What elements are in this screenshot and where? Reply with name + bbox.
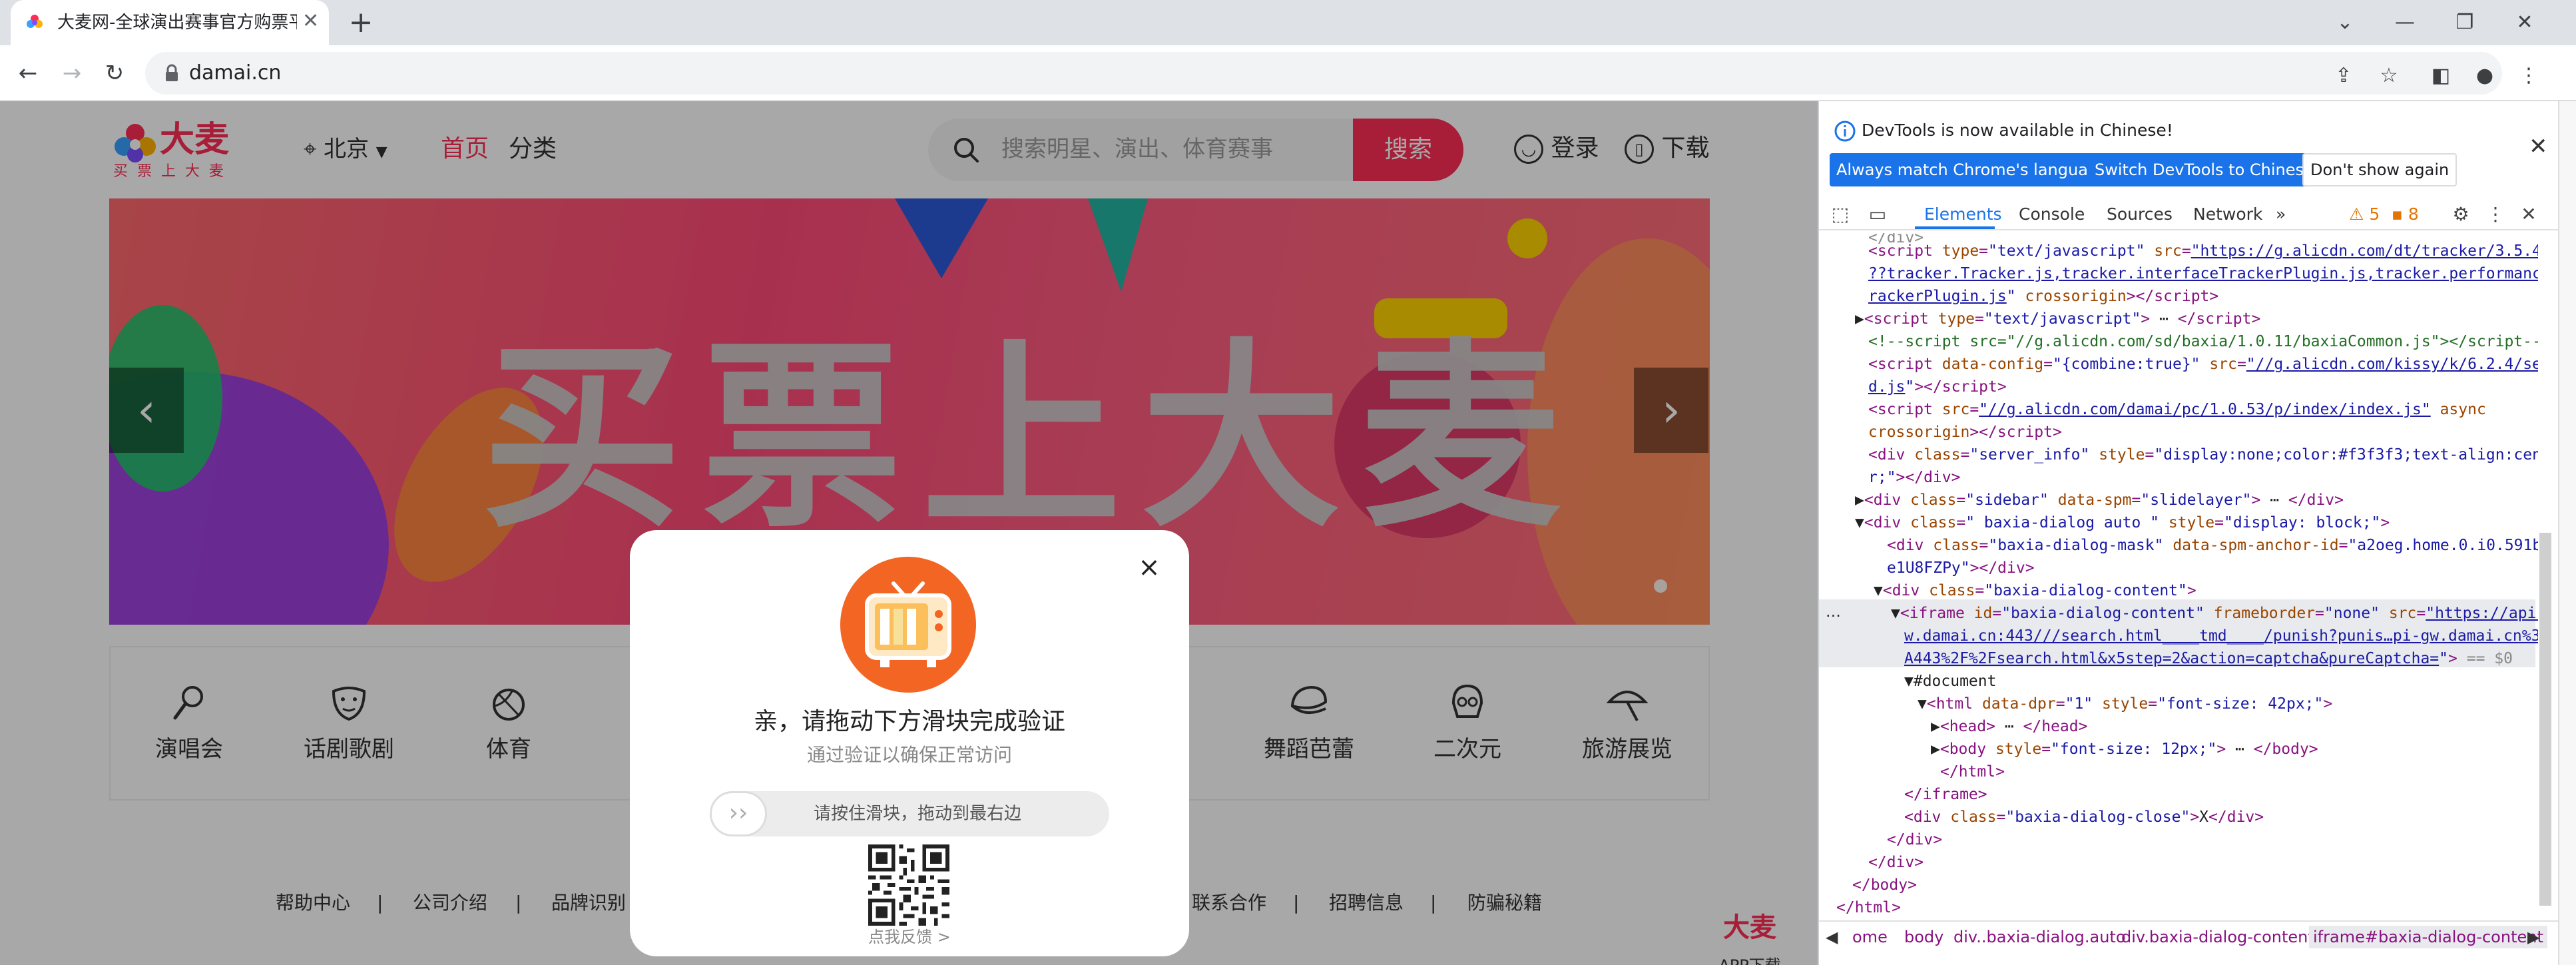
dom-node-line[interactable]: ▶<div class="sidebar" data-spm="slidelay…	[1855, 489, 2344, 511]
issues-counter[interactable]: ▪ 8	[2392, 202, 2419, 226]
dialog-close-button[interactable]: ×	[1136, 554, 1162, 581]
info-icon	[1834, 121, 1856, 142]
url-text: damai.cn	[189, 61, 282, 85]
breadcrumb-item[interactable]: body	[1904, 926, 1943, 948]
infobar-message: DevTools is now available in Chinese!	[1862, 121, 2173, 140]
dom-node-line[interactable]: </div>	[1887, 828, 1942, 851]
side-panel-icon[interactable]: ◧	[2426, 61, 2455, 91]
address-bar[interactable]: damai.cn	[145, 52, 2502, 95]
slider-hint: 请按住滑块，拖动到最右边	[814, 804, 1022, 824]
dom-node-line[interactable]: </body>	[1852, 874, 1917, 896]
dom-node-line[interactable]: ▶<body style="font-size: 12px;"> ⋯ </bod…	[1931, 738, 2318, 761]
dom-node-line[interactable]: <div class="baxia-dialog-mask" data-spm-…	[1887, 534, 2538, 557]
share-icon[interactable]: ⇪	[2329, 61, 2358, 91]
elements-scroll-thumb[interactable]	[2539, 533, 2551, 906]
devtools-close-icon[interactable]: ✕	[2515, 201, 2542, 228]
dom-node-line[interactable]: <!--script src="//g.alicdn.com/sd/baxia/…	[1868, 330, 2538, 353]
tab-close-icon[interactable]: ✕	[302, 9, 319, 33]
issues-count: 8	[2408, 204, 2419, 224]
dom-node-line[interactable]: <div class="baxia-dialog-close">X</div>	[1904, 806, 2264, 828]
warning-icon: ⚠	[2349, 204, 2364, 224]
dom-node-line[interactable]: ▼#document	[1904, 670, 1996, 693]
forward-arrow-icon[interactable]: →	[56, 57, 88, 89]
warnings-count: 5	[2369, 204, 2380, 224]
breadcrumb-item-selected[interactable]: iframe#baxia-dialog-content	[2309, 926, 2547, 948]
dom-node-line[interactable]: ▶<script type="text/javascript"> ⋯ </scr…	[1855, 308, 2260, 330]
dom-node-line[interactable]: <div class="server_info" style="display:…	[1868, 444, 2538, 466]
tab-elements[interactable]: Elements	[1924, 202, 2002, 226]
dom-node-line[interactable]: ▼<html data-dpr="1" style="font-size: 42…	[1918, 693, 2332, 715]
dom-node-line[interactable]: e1U8FZPy"></div>	[1887, 557, 2035, 579]
damai-favicon-icon	[27, 15, 43, 28]
dom-node-line[interactable]: A443%2F%2Fsearch.html&x5step=2&action=ca…	[1904, 647, 2513, 670]
active-tab-indicator	[1915, 226, 1995, 229]
bookmark-star-icon[interactable]: ☆	[2374, 61, 2404, 91]
dialog-title: 亲，请拖动下方滑块完成验证	[753, 708, 1065, 735]
dom-node-line[interactable]: </html>	[1836, 896, 1901, 919]
dom-node-line[interactable]: ??tracker.Tracker.js,tracker.interfaceTr…	[1868, 262, 2538, 285]
tab-sources[interactable]: Sources	[2107, 202, 2173, 226]
tab-network[interactable]: Network	[2193, 202, 2262, 226]
devtools-menu-icon[interactable]: ⋮	[2482, 201, 2509, 228]
chrome-menu-icon[interactable]: ⋮	[2514, 61, 2543, 91]
feedback-link[interactable]: 点我反馈 >	[630, 926, 1189, 948]
dont-show-again-button[interactable]: Don't show again	[2302, 153, 2457, 186]
issues-icon: ▪	[2392, 204, 2403, 224]
breadcrumb-item[interactable]: div.baxia-dialog-content	[2121, 926, 2314, 948]
device-toolbar-icon[interactable]: ▭	[1864, 201, 1891, 228]
tab-strip	[0, 0, 2576, 45]
back-arrow-icon[interactable]: ←	[12, 57, 44, 89]
inspect-element-icon[interactable]: ⬚	[1827, 201, 1854, 228]
dom-node-line[interactable]: <script type="text/javascript" src="http…	[1868, 240, 2538, 262]
dom-node-line[interactable]: <script src="//g.alicdn.com/damai/pc/1.0…	[1868, 398, 2486, 421]
dom-node-line[interactable]: </iframe>	[1904, 783, 1987, 806]
qr-code-icon[interactable]	[868, 844, 949, 926]
tv-icon	[840, 557, 976, 693]
settings-gear-icon[interactable]: ⚙	[2447, 201, 2474, 228]
browser-tab[interactable]: 大麦网-全球演出赛事官方购票平台 ✕	[11, 0, 329, 45]
lock-icon	[166, 64, 178, 81]
dom-node-line[interactable]: r;"></div>	[1868, 466, 1960, 489]
profile-avatar-icon[interactable]: ●	[2470, 61, 2499, 91]
dom-node-line[interactable]: ▼<div class="baxia-dialog-content">	[1874, 579, 2196, 602]
warnings-counter[interactable]: ⚠ 5	[2349, 202, 2380, 226]
dom-node-line[interactable]: w.damai.cn:443///search.html____tmd____/…	[1904, 625, 2538, 647]
dom-node-line[interactable]: d.js"></script>	[1868, 376, 2007, 398]
minimize-button[interactable]: —	[2385, 7, 2425, 39]
breadcrumb-scroll-left-icon[interactable]: ◀	[1826, 926, 1838, 948]
infobar-close-icon[interactable]: ✕	[2529, 135, 2548, 159]
selected-node-marker: == $0	[2466, 650, 2513, 667]
dom-node-line[interactable]: </html>	[1940, 761, 2005, 783]
devtools-language-infobar: DevTools is now available in Chinese! ✕	[1819, 101, 2576, 202]
elements-tree[interactable]: </div> <script type="text/javascript" sr…	[1819, 233, 2538, 919]
dom-node-line[interactable]: ▼<iframe id="baxia-dialog-content" frame…	[1891, 602, 2538, 625]
slider-handle[interactable]: ››	[710, 791, 767, 836]
new-tab-button[interactable]: +	[344, 5, 378, 40]
always-match-language-button[interactable]: Always match Chrome's language	[1830, 153, 2115, 186]
right-edge-panel	[2558, 101, 2576, 965]
tab-console[interactable]: Console	[2019, 202, 2085, 226]
breadcrumb-scroll-right-icon[interactable]: ▶	[2527, 926, 2539, 948]
tab-search-icon[interactable]: ⌄	[2325, 7, 2365, 39]
more-tabs-icon[interactable]: »	[2276, 202, 2286, 226]
tab-title: 大麦网-全球演出赛事官方购票平台	[57, 13, 297, 33]
dialog-subtitle: 通过验证以确保正常访问	[806, 744, 1012, 766]
reload-icon[interactable]: ↻	[99, 57, 130, 89]
breadcrumb-item[interactable]: ome	[1852, 926, 1888, 948]
dom-node-line[interactable]: rackerPlugin.js" crossorigin></script>	[1868, 285, 2218, 308]
window-close-button[interactable]: ✕	[2505, 7, 2545, 39]
switch-to-chinese-button[interactable]: Switch DevTools to Chinese	[2088, 153, 2320, 186]
restore-button[interactable]: ❐	[2445, 7, 2485, 39]
dom-node-line[interactable]: crossorigin></script>	[1868, 421, 2062, 444]
dom-node-line[interactable]: <script data-config="{combine:true}" src…	[1868, 353, 2538, 376]
dom-node-line[interactable]: ▶<head> ⋯ </head>	[1931, 715, 2087, 738]
dom-node-line[interactable]: ▼<div class=" baxia-dialog auto " style=…	[1855, 511, 2390, 534]
breadcrumb-item[interactable]: div..baxia-dialog.auto	[1953, 926, 2126, 948]
dom-node-line[interactable]: </div>	[1868, 851, 1924, 874]
